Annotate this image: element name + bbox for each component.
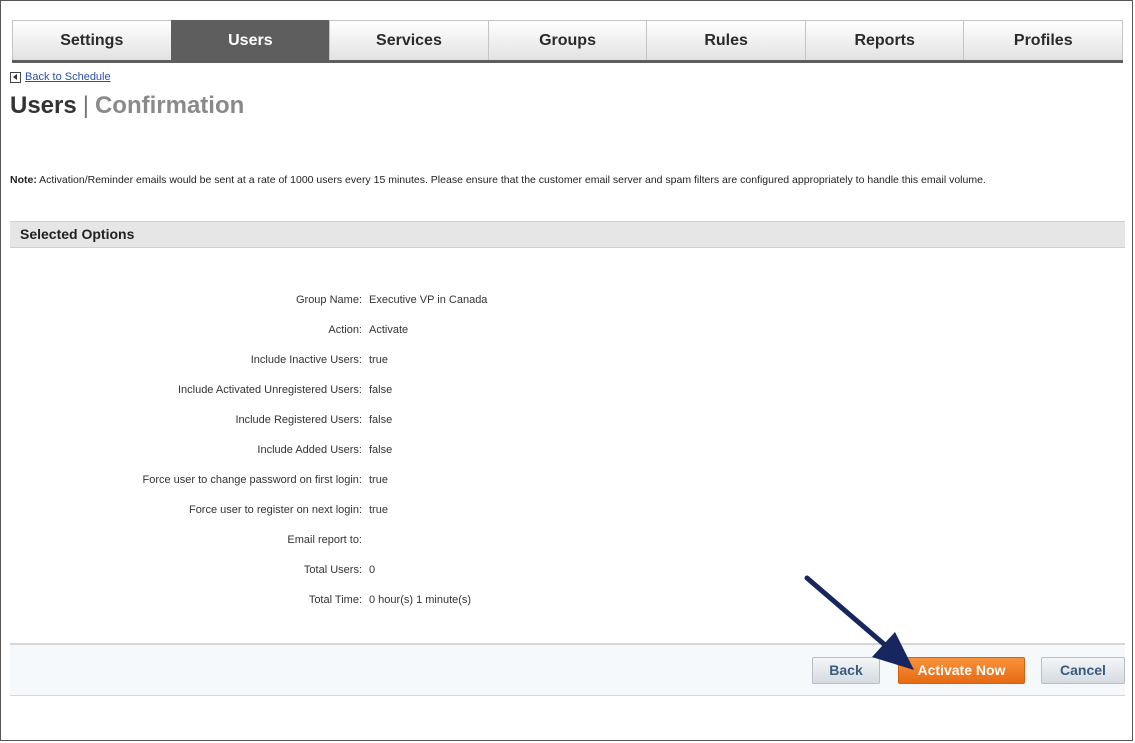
back-arrow-icon bbox=[10, 71, 21, 83]
back-to-schedule-label: Back to Schedule bbox=[25, 71, 111, 83]
option-row-include-inactive: Include Inactive Users: true bbox=[0, 352, 1135, 368]
option-label: Total Time: bbox=[308, 594, 362, 606]
option-value: true bbox=[369, 474, 388, 486]
option-row-action: Action: Activate bbox=[0, 322, 1135, 338]
option-row-include-activated-unregistered: Include Activated Unregistered Users: fa… bbox=[0, 382, 1135, 398]
option-label: Force user to register on next login: bbox=[188, 504, 362, 516]
note-text: Activation/Reminder emails would be sent… bbox=[36, 174, 986, 186]
option-value: true bbox=[369, 354, 388, 366]
tab-reports[interactable]: Reports bbox=[804, 20, 964, 60]
option-value: false bbox=[369, 384, 393, 396]
activate-now-button[interactable]: Activate Now bbox=[898, 657, 1025, 684]
option-row-include-registered: Include Registered Users: false bbox=[0, 412, 1135, 428]
option-label: Action: bbox=[328, 324, 362, 336]
option-row-total-time: Total Time: 0 hour(s) 1 minute(s) bbox=[0, 592, 1135, 608]
option-row-include-added: Include Added Users: false bbox=[0, 442, 1135, 458]
option-value: false bbox=[369, 444, 393, 456]
note-label: Note: bbox=[10, 174, 37, 186]
option-label: Include Inactive Users: bbox=[250, 354, 362, 366]
option-row-force-password-change: Force user to change password on first l… bbox=[0, 472, 1135, 488]
main-nav-tabs: Settings Users Services Groups Rules Rep… bbox=[12, 20, 1124, 63]
page-title: Users | Confirmation bbox=[10, 92, 244, 120]
page-title-main: Users bbox=[10, 92, 77, 119]
option-row-force-register: Force user to register on next login: tr… bbox=[0, 502, 1135, 518]
option-row-total-users: Total Users: 0 bbox=[0, 562, 1135, 578]
tab-groups[interactable]: Groups bbox=[487, 20, 647, 60]
option-value: 0 hour(s) 1 minute(s) bbox=[369, 594, 472, 606]
option-label: Email report to: bbox=[287, 534, 362, 546]
option-value: 0 bbox=[369, 564, 376, 576]
option-label: Total Users: bbox=[303, 564, 362, 576]
tab-settings[interactable]: Settings bbox=[12, 20, 171, 60]
back-button[interactable]: Back bbox=[812, 657, 880, 684]
page-title-separator: | bbox=[82, 92, 89, 119]
option-label: Include Activated Unregistered Users: bbox=[177, 384, 362, 396]
tab-rules[interactable]: Rules bbox=[646, 20, 805, 60]
option-label: Include Registered Users: bbox=[235, 414, 362, 426]
page-title-subtitle: Confirmation bbox=[94, 92, 245, 119]
option-value: false bbox=[369, 414, 393, 426]
selected-options-header: Selected Options bbox=[10, 221, 1125, 248]
option-label: Group Name: bbox=[295, 294, 362, 306]
option-label: Force user to change password on first l… bbox=[142, 474, 362, 486]
back-to-schedule-link[interactable]: Back to Schedule bbox=[10, 71, 111, 83]
option-row-group-name: Group Name: Executive VP in Canada bbox=[0, 292, 1135, 308]
option-value: Activate bbox=[369, 324, 409, 336]
tab-profiles[interactable]: Profiles bbox=[963, 20, 1124, 60]
tab-services[interactable]: Services bbox=[329, 20, 488, 60]
option-value: true bbox=[369, 504, 388, 516]
option-row-email-report: Email report to: bbox=[0, 532, 1135, 548]
cancel-button[interactable]: Cancel bbox=[1041, 657, 1125, 684]
email-rate-note: Note: Activation/Reminder emails would b… bbox=[10, 172, 1125, 188]
option-value: Executive VP in Canada bbox=[369, 294, 488, 306]
tab-users[interactable]: Users bbox=[170, 20, 330, 60]
option-label: Include Added Users: bbox=[257, 444, 362, 456]
